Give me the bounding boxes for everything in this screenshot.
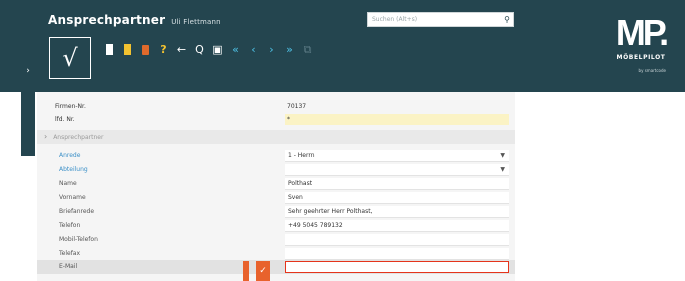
section-header-ansprechpartner[interactable]: › Ansprechpartner — [37, 130, 515, 144]
briefanrede-label: Briefanrede — [59, 208, 95, 215]
chevron-down-icon[interactable]: ▼ — [500, 164, 505, 176]
field-row-email: E-Mail — [37, 260, 515, 274]
telefon-label: Telefon — [59, 222, 81, 229]
search-input[interactable] — [368, 13, 498, 26]
copy-disabled-icon: ⧉ — [303, 43, 312, 56]
user-name: Uli Flettmann — [171, 18, 221, 26]
chevron-right-icon: › — [44, 132, 48, 141]
sidebar-toggle[interactable]: › — [21, 58, 35, 156]
name-field[interactable]: Polthast — [285, 178, 509, 190]
step-marker — [243, 261, 249, 281]
logo-mark: MP. — [615, 12, 669, 53]
email-label: E-Mail — [59, 263, 78, 270]
new-document-icon[interactable] — [104, 43, 115, 57]
field-row-vorname: Vorname Sven — [37, 191, 515, 205]
field-row-abteilung: Abteilung ▼ — [37, 163, 515, 177]
next-record-icon[interactable]: › — [266, 43, 277, 57]
field-row-telefax: Telefax — [37, 247, 515, 261]
abteilung-label[interactable]: Abteilung — [59, 163, 88, 177]
anrede-value: 1 - Herrn — [288, 152, 315, 159]
abteilung-select[interactable]: ▼ — [285, 164, 509, 176]
copy-document-icon[interactable] — [122, 43, 133, 57]
vorname-field[interactable]: Sven — [285, 192, 509, 204]
help-icon[interactable]: ? — [158, 43, 169, 57]
mobil-telefon-field[interactable] — [285, 234, 509, 246]
toolbar: ? ← Q ▣ « ‹ › » ⧉ — [104, 42, 313, 58]
confirm-button[interactable]: √ — [49, 37, 91, 79]
email-field[interactable] — [285, 261, 509, 273]
first-record-icon[interactable]: « — [230, 43, 241, 57]
app-header: Ansprechpartner Uli Flettmann ⚲ √ ? ← Q ▣… — [0, 0, 685, 92]
firmen-nr-value: 70137 — [287, 103, 307, 110]
field-row-name: Name Polthast — [37, 177, 515, 191]
delete-icon[interactable] — [140, 43, 151, 57]
last-record-icon[interactable]: » — [284, 43, 295, 57]
search-records-icon[interactable]: Q — [194, 43, 205, 57]
back-icon[interactable]: ← — [176, 43, 187, 57]
mobil-telefon-label: Mobil-Telefon — [59, 236, 98, 243]
search-icon[interactable]: ⚲ — [504, 13, 510, 26]
page-title-text: Ansprechpartner — [48, 13, 166, 27]
logo-name: MÖBELPILOT — [616, 54, 666, 61]
print-icon[interactable]: ▣ — [212, 43, 223, 57]
page-title: Ansprechpartner Uli Flettmann — [48, 13, 221, 27]
section-label: Ansprechpartner — [53, 134, 104, 141]
step-marker-check-icon: ✓ — [256, 261, 270, 281]
lfd-nr-field[interactable] — [285, 114, 509, 125]
name-label: Name — [59, 180, 77, 187]
telefax-label: Telefax — [59, 250, 81, 257]
field-row-telefon: Telefon +49 5045 789132 — [37, 219, 515, 233]
field-row-anrede: Anrede 1 - Herrn ▼ — [37, 149, 515, 163]
lfd-nr-label: lfd. Nr. — [55, 116, 75, 123]
logo: MP. MÖBELPILOT by smartcode — [608, 12, 674, 74]
lfd-nr-value: * — [287, 116, 290, 123]
search-box[interactable]: ⚲ — [367, 12, 514, 27]
telefon-field[interactable]: +49 5045 789132 — [285, 220, 509, 232]
previous-record-icon[interactable]: ‹ — [248, 43, 259, 57]
firmen-nr-label: Firmen-Nr. — [55, 103, 86, 110]
briefanrede-field[interactable]: Sehr geehrter Herr Polthast, — [285, 206, 509, 218]
logo-tagline: by smartcode — [638, 68, 666, 73]
field-row-briefanrede: Briefanrede Sehr geehrter Herr Polthast, — [37, 205, 515, 219]
chevron-right-icon: › — [26, 66, 30, 76]
vorname-label: Vorname — [59, 194, 86, 201]
contact-form: Firmen-Nr. 70137 lfd. Nr. * › Ansprechpar… — [37, 92, 515, 281]
telefax-field[interactable] — [285, 248, 509, 260]
anrede-label[interactable]: Anrede — [59, 149, 80, 163]
field-row-mobil-telefon: Mobil-Telefon — [37, 233, 515, 247]
anrede-select[interactable]: 1 - Herrn ▼ — [285, 150, 509, 162]
chevron-down-icon[interactable]: ▼ — [500, 150, 505, 162]
